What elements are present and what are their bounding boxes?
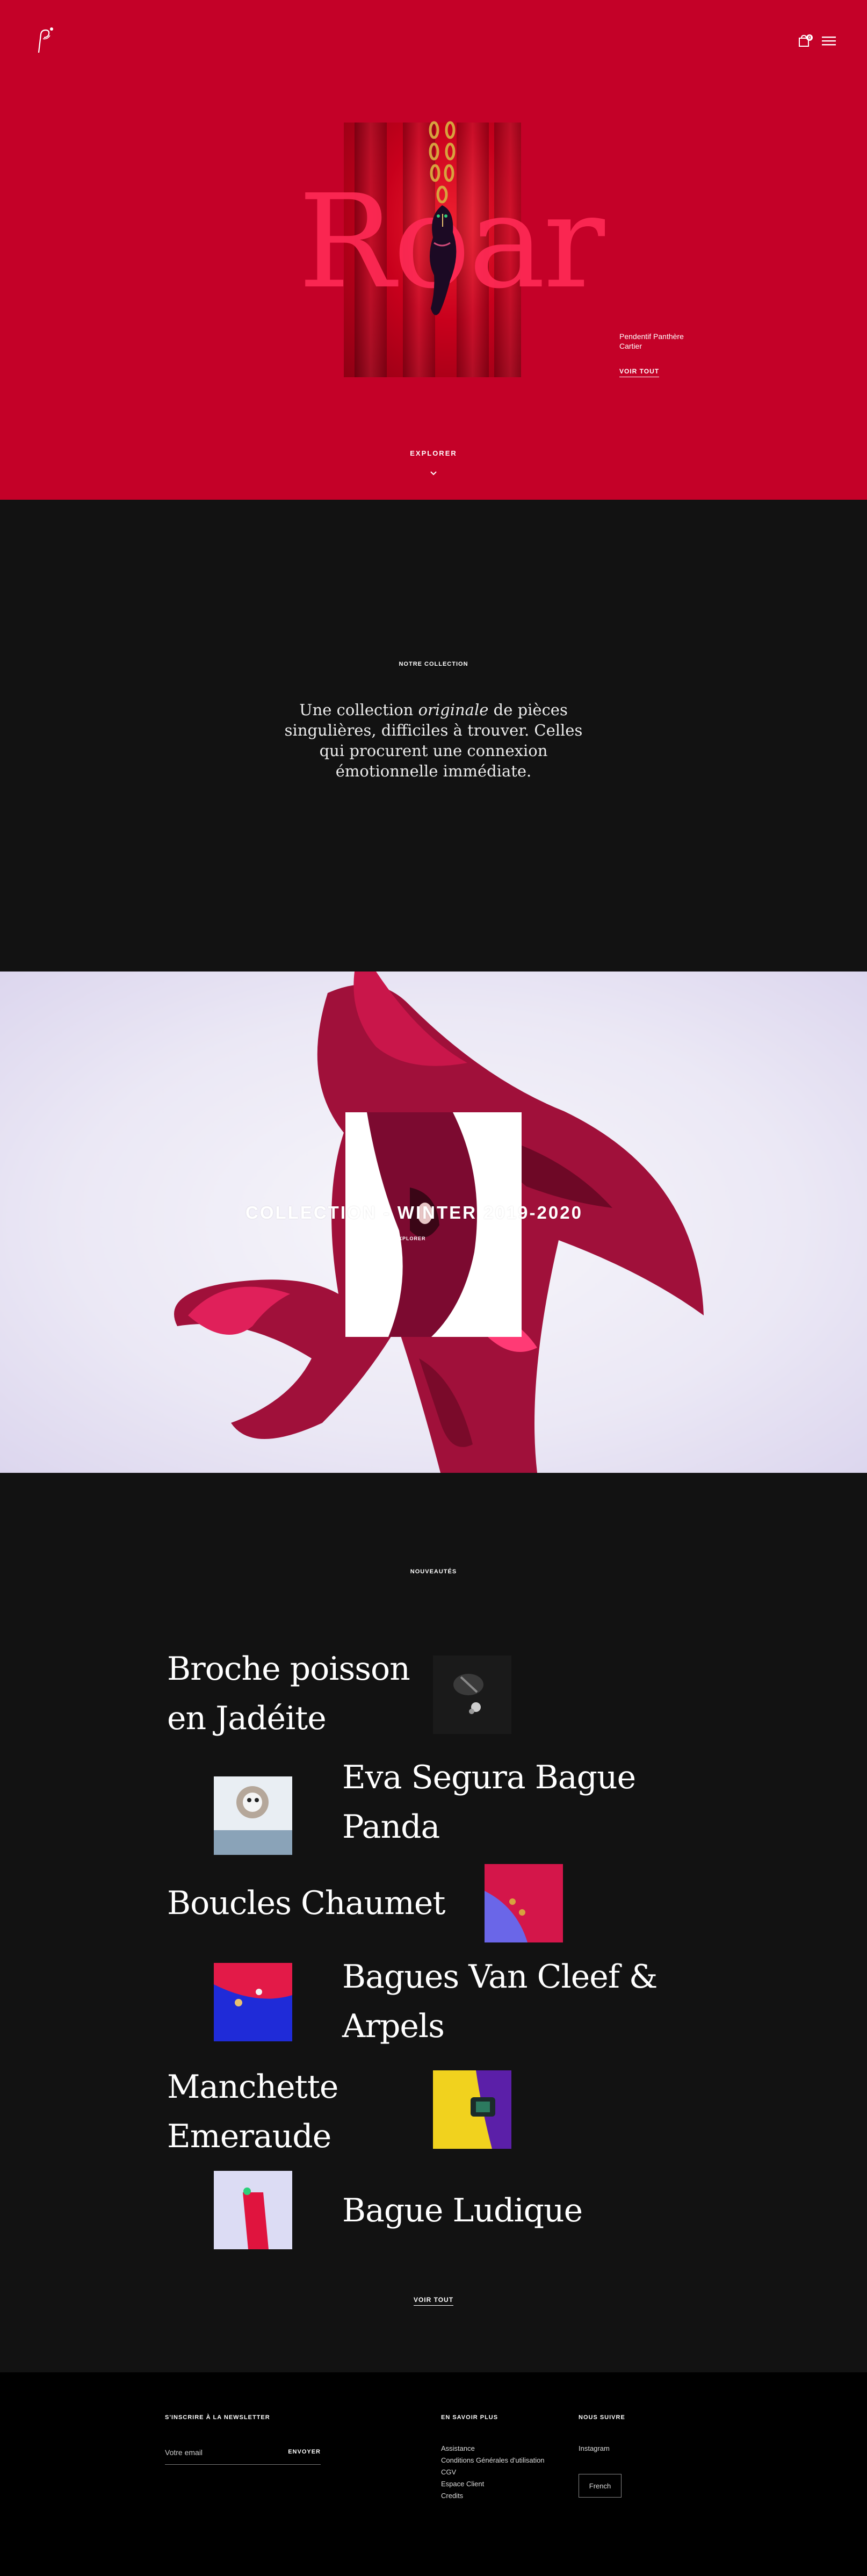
news-item-title[interactable]: Eva Segura Bague Panda <box>342 1753 643 1852</box>
hero-caption-brand: Cartier <box>619 342 642 350</box>
new-arrivals-section: NOUVEAUTÉS Broche poisson en Jadéite Eva… <box>0 1473 867 2372</box>
footer: S'INSCRIRE À LA NEWSLETTER ENVOYER EN SA… <box>0 2372 867 2576</box>
hero-caption-product: Pendentif Panthère <box>619 332 684 341</box>
footer-link-instagram[interactable]: Instagram <box>579 2444 610 2452</box>
shopping-bag-icon[interactable]: 0 <box>799 34 813 47</box>
news-item-title[interactable]: Boucles Chaumet <box>167 1879 468 1928</box>
news-item-thumbnail[interactable] <box>214 2171 292 2249</box>
hero-view-all-link[interactable]: VOIR TOUT <box>619 368 660 377</box>
hero-caption: Pendentif Panthère Cartier <box>619 332 684 351</box>
news-item-title[interactable]: Broche poisson en Jadéite <box>167 1644 425 1743</box>
news-item-thumbnail[interactable] <box>485 1864 563 1942</box>
footer-link-cgv[interactable]: CGV <box>441 2468 456 2476</box>
newsletter-heading: S'INSCRIRE À LA NEWSLETTER <box>165 2414 270 2421</box>
footer-link-client-area[interactable]: Espace Client <box>441 2480 484 2488</box>
news-item-thumbnail[interactable] <box>433 1656 511 1734</box>
newsletter-form: ENVOYER <box>165 2444 321 2465</box>
banner-frame <box>345 1112 522 1337</box>
footer-link-assistance[interactable]: Assistance <box>441 2444 475 2452</box>
panther-pendant-image <box>429 121 457 315</box>
newsletter-email-input[interactable] <box>165 2444 272 2460</box>
news-eyebrow: NOUVEAUTÉS <box>410 1568 457 1575</box>
banner-explore-link[interactable]: EXPLORER <box>395 1236 426 1241</box>
intro-emphasis: originale <box>418 701 489 719</box>
news-item-title[interactable]: Bague Ludique <box>342 2186 643 2235</box>
news-view-all-link[interactable]: VOIR TOUT <box>0 2295 867 2306</box>
news-item-thumbnail[interactable] <box>433 2070 511 2149</box>
hero-section: 0 Roar Pendentif Panthère Cartier VOI <box>0 0 867 500</box>
news-item-thumbnail[interactable] <box>214 1776 292 1855</box>
winter-collection-banner[interactable]: COLLECTION - WINTER 2019-2020 EXPLORER <box>0 972 867 1473</box>
info-heading: EN SAVOIR PLUS <box>441 2414 498 2421</box>
chevron-down-icon[interactable] <box>428 470 439 477</box>
news-item-title[interactable]: Manchette Emeraude <box>167 2062 425 2161</box>
news-item-title[interactable]: Bagues Van Cleef & Arpels <box>342 1952 675 2051</box>
collection-intro: NOTRE COLLECTION Une collection original… <box>0 500 867 972</box>
explore-link[interactable]: EXPLORER <box>0 449 867 457</box>
news-item-thumbnail[interactable] <box>214 1963 292 2041</box>
brand-monogram-icon[interactable] <box>31 25 56 55</box>
follow-heading: NOUS SUIVRE <box>579 2414 625 2421</box>
banner-title: COLLECTION - WINTER 2019-2020 <box>245 1203 583 1222</box>
intro-eyebrow: NOTRE COLLECTION <box>399 661 468 667</box>
hamburger-icon[interactable] <box>822 35 836 46</box>
intro-text: Une collection originale de pièces singu… <box>284 701 583 780</box>
cart-count: 0 <box>808 35 811 40</box>
footer-link-credits[interactable]: Credits <box>441 2492 463 2500</box>
footer-link-terms[interactable]: Conditions Générales d'utilisation <box>441 2456 545 2464</box>
newsletter-send-button[interactable]: ENVOYER <box>288 2449 321 2455</box>
language-selector[interactable]: French <box>579 2474 622 2498</box>
